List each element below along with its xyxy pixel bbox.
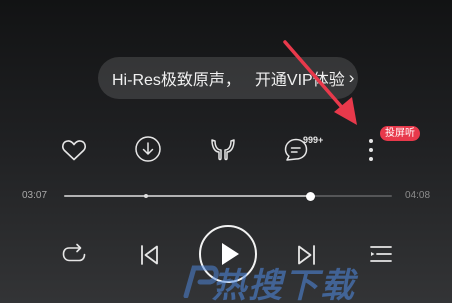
promo-text-left: Hi-Res极致原声， — [112, 72, 241, 89]
elapsed-time: 03:07 — [22, 190, 48, 201]
download-button[interactable] — [133, 134, 163, 164]
chevron-right-icon: › — [348, 68, 355, 87]
comment-count: 999+ — [303, 135, 324, 145]
repeat-icon — [62, 243, 86, 262]
hires-vip-banner[interactable]: Hi-Res极致原声， 开通VIP体验 › — [98, 57, 358, 99]
like-button[interactable] — [58, 135, 90, 165]
progress-marker — [144, 194, 148, 198]
download-icon — [135, 136, 161, 162]
progress-fill — [64, 195, 310, 197]
watermark-text: 热搜下载 — [212, 267, 356, 303]
cast-badge[interactable]: 投屏听 — [380, 126, 420, 141]
more-icon — [369, 139, 373, 161]
repeat-button[interactable] — [58, 240, 90, 270]
previous-icon — [141, 245, 158, 265]
player-screen: Hi-Res极致原声， 开通VIP体验 › 999+ 投屏听 03:07 04:… — [0, 0, 452, 303]
previous-button[interactable] — [135, 240, 163, 270]
playlist-icon — [370, 246, 392, 262]
sound-effect-button[interactable] — [207, 134, 239, 164]
progress-thumb[interactable] — [305, 191, 315, 201]
progress-bar[interactable] — [64, 191, 392, 201]
tune-icon — [211, 139, 235, 161]
heart-icon — [62, 140, 86, 161]
more-button[interactable] — [362, 136, 380, 164]
playlist-button[interactable] — [366, 240, 396, 270]
total-time: 04:08 — [405, 190, 431, 201]
promo-text-right: 开通VIP体验 — [254, 72, 345, 89]
